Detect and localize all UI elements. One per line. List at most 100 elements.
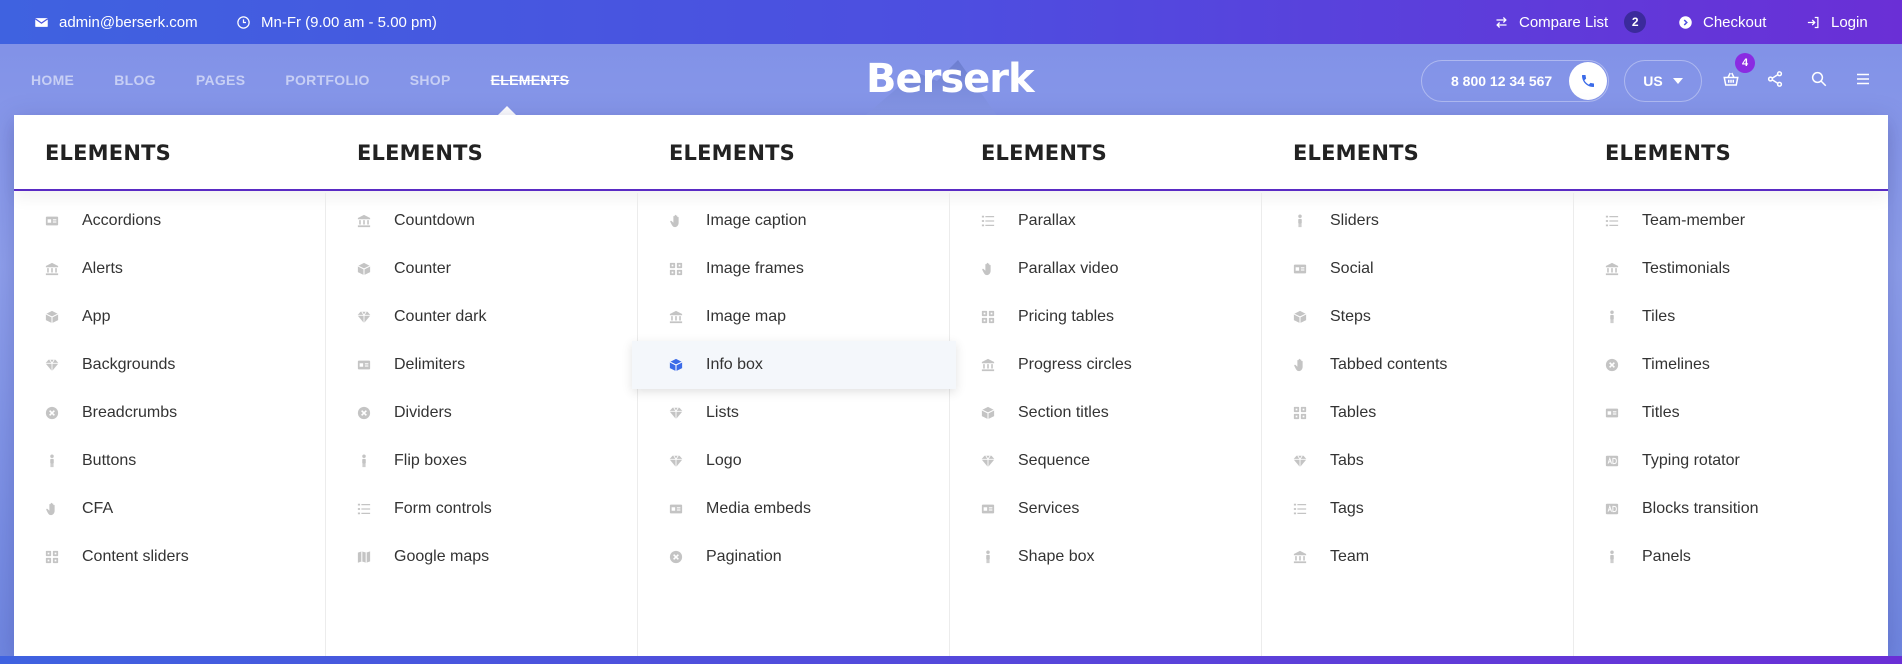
chevron-circle-icon (1679, 15, 1692, 29)
menu-item-sliders[interactable]: Sliders (1262, 197, 1574, 245)
menu-item-services[interactable]: Services (950, 485, 1262, 533)
menu-item-label: Counter dark (394, 308, 487, 325)
menu-item-label: Sliders (1330, 212, 1379, 229)
bank-icon (1292, 549, 1308, 565)
column-title: ELEMENTS (357, 141, 483, 165)
menu-item-logo[interactable]: Logo (638, 437, 950, 485)
menu-item-countdown[interactable]: Countdown (326, 197, 638, 245)
menu-item-testimonials[interactable]: Testimonials (1574, 245, 1886, 293)
menu-item-content-sliders[interactable]: Content sliders (14, 533, 326, 581)
elements-mega-menu: ELEMENTS Accordions Alerts App Backgrounds Br… (14, 115, 1888, 656)
menu-item-tables[interactable]: Tables (1262, 389, 1574, 437)
menu-item-tabs[interactable]: Tabs (1262, 437, 1574, 485)
menu-item-label: Sequence (1018, 452, 1091, 469)
share-button[interactable] (1764, 68, 1786, 90)
hamburger-icon (1857, 73, 1869, 85)
person-icon (980, 549, 996, 565)
nav-blog[interactable]: BLOG (114, 72, 156, 88)
menu-item-social[interactable]: Social (1262, 245, 1574, 293)
diamond-icon (668, 453, 684, 469)
menu-item-label: Image map (706, 308, 787, 325)
grid-icon (668, 261, 684, 277)
menu-item-flip-boxes[interactable]: Flip boxes (326, 437, 638, 485)
email-contact[interactable]: admin@berserk.com (34, 0, 198, 44)
menu-item-typing-rotator[interactable]: Typing rotator (1574, 437, 1886, 485)
cube-icon (1292, 309, 1308, 325)
phone-icon (1582, 75, 1594, 87)
menu-item-blocks-transition[interactable]: Blocks transition (1574, 485, 1886, 533)
menu-item-label: Image frames (706, 260, 804, 277)
menu-item-counter[interactable]: Counter (326, 245, 638, 293)
map-icon (356, 549, 372, 565)
menu-item-backgrounds[interactable]: Backgrounds (14, 341, 326, 389)
menu-item-section-titles[interactable]: Section titles (950, 389, 1262, 437)
menu-item-panels[interactable]: Panels (1574, 533, 1886, 581)
menu-item-parallax-video[interactable]: Parallax video (950, 245, 1262, 293)
search-icon (1811, 71, 1827, 87)
menu-item-tabbed-contents[interactable]: Tabbed contents (1262, 341, 1574, 389)
menu-item-delimiters[interactable]: Delimiters (326, 341, 638, 389)
menu-item-sequence[interactable]: Sequence (950, 437, 1262, 485)
language-select[interactable]: US (1624, 60, 1702, 102)
menu-item-titles[interactable]: Titles (1574, 389, 1886, 437)
menu-item-timelines[interactable]: Timelines (1574, 341, 1886, 389)
menu-item-lists[interactable]: Lists (638, 389, 950, 437)
menu-item-shape-box[interactable]: Shape box (950, 533, 1262, 581)
menu-item-form-controls[interactable]: Form controls (326, 485, 638, 533)
menu-item-app[interactable]: App (14, 293, 326, 341)
email-text: admin@berserk.com (59, 13, 198, 31)
call-button[interactable] (1569, 62, 1607, 100)
grid-icon (44, 549, 60, 565)
person-icon (1292, 213, 1308, 229)
menu-item-pagination[interactable]: Pagination (638, 533, 950, 581)
menu-column: Image caption Image frames Image map Info b… (632, 193, 956, 656)
menu-item-label: Image caption (706, 212, 807, 229)
person-icon (1604, 309, 1620, 325)
menu-item-breadcrumbs[interactable]: Breadcrumbs (14, 389, 326, 437)
menu-item-tiles[interactable]: Tiles (1574, 293, 1886, 341)
menu-item-team[interactable]: Team (1262, 533, 1574, 581)
login-icon (1807, 16, 1819, 28)
menu-item-accordions[interactable]: Accordions (14, 197, 326, 245)
menu-item-tags[interactable]: Tags (1262, 485, 1574, 533)
menu-item-steps[interactable]: Steps (1262, 293, 1574, 341)
brand-logo[interactable]: Berserk (866, 56, 1035, 102)
menu-item-team-member[interactable]: Team-member (1574, 197, 1886, 245)
menu-item-image-map[interactable]: Image map (638, 293, 950, 341)
checkout-link[interactable]: Checkout (1678, 0, 1766, 44)
nav-home[interactable]: HOME (31, 72, 74, 88)
menu-item-parallax[interactable]: Parallax (950, 197, 1262, 245)
menu-item-label: Testimonials (1642, 260, 1731, 277)
menu-item-alerts[interactable]: Alerts (14, 245, 326, 293)
menu-item-info-box[interactable]: Info box (632, 341, 956, 389)
menu-item-label: CFA (82, 500, 114, 517)
menu-button[interactable] (1852, 68, 1874, 90)
menu-item-label: Pricing tables (1018, 308, 1115, 325)
hand-icon (980, 261, 996, 277)
menu-item-buttons[interactable]: Buttons (14, 437, 326, 485)
grid-icon (980, 309, 996, 325)
menu-item-cfa[interactable]: CFA (14, 485, 326, 533)
menu-item-label: Tabbed contents (1330, 356, 1448, 373)
menu-item-media-embeds[interactable]: Media embeds (638, 485, 950, 533)
menu-item-label: Shape box (1018, 548, 1095, 565)
menu-item-image-frames[interactable]: Image frames (638, 245, 950, 293)
menu-item-image-caption[interactable]: Image caption (638, 197, 950, 245)
nav-portfolio[interactable]: PORTFOLIO (285, 72, 369, 88)
nav-pages[interactable]: PAGES (196, 72, 245, 88)
menu-item-progress-circles[interactable]: Progress circles (950, 341, 1262, 389)
menu-item-dividers[interactable]: Dividers (326, 389, 638, 437)
search-button[interactable] (1808, 68, 1830, 90)
nav-shop[interactable]: SHOP (410, 72, 451, 88)
bank-icon (980, 357, 996, 373)
bank-icon (668, 309, 684, 325)
menu-item-counter-dark[interactable]: Counter dark (326, 293, 638, 341)
bank-icon (44, 261, 60, 277)
id-card-icon (1604, 405, 1620, 421)
nav-elements[interactable]: ELEMENTS (491, 72, 570, 88)
compare-list-link[interactable]: Compare List 2 (1494, 0, 1647, 44)
list-icon (1604, 213, 1620, 229)
menu-item-google-maps[interactable]: Google maps (326, 533, 638, 581)
login-link[interactable]: Login (1806, 0, 1868, 44)
menu-item-pricing-tables[interactable]: Pricing tables (950, 293, 1262, 341)
